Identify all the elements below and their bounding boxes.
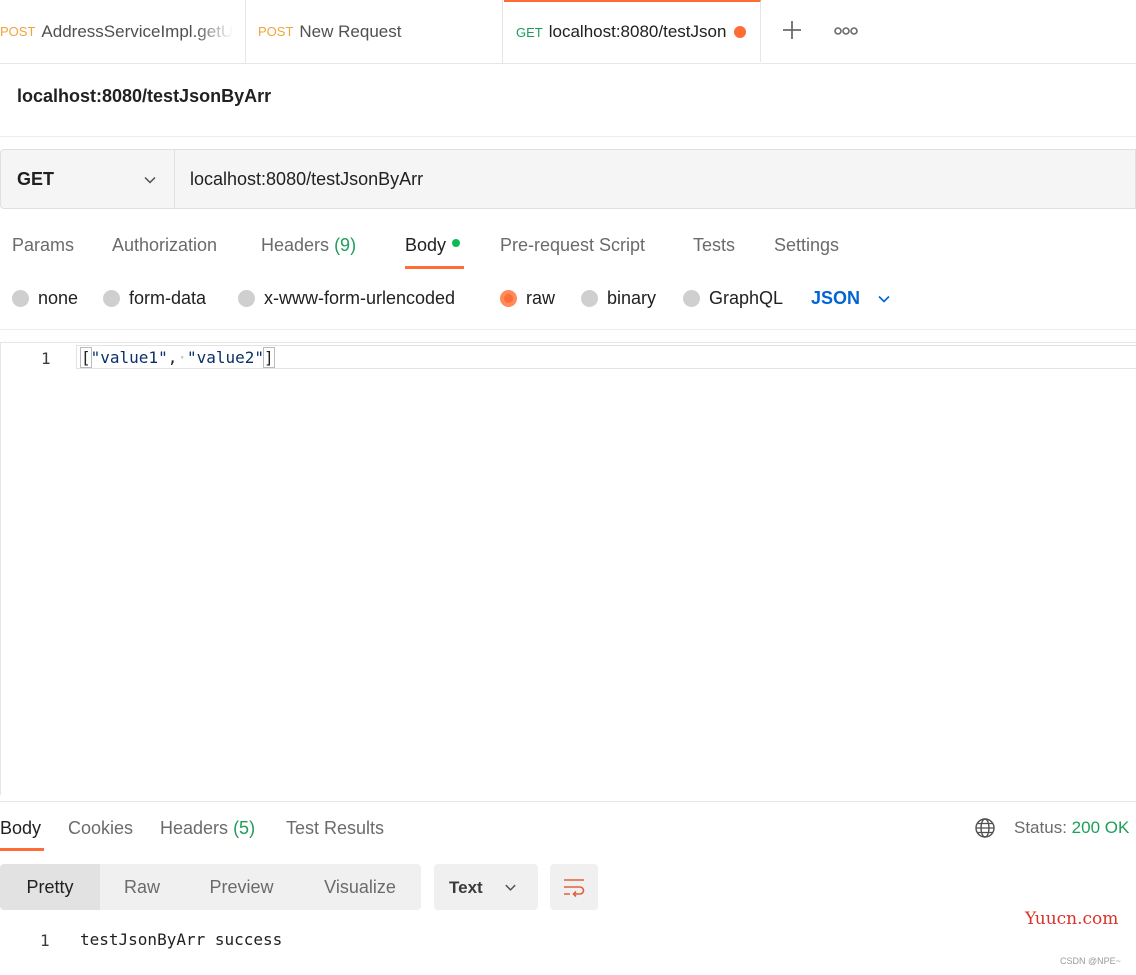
radio-label: x-www-form-urlencoded bbox=[264, 288, 456, 308]
response-line-number: 1 bbox=[40, 931, 50, 950]
request-tab-strip: POST AddressServiceImpl.getUserAddress P… bbox=[0, 0, 1136, 64]
divider bbox=[0, 329, 1136, 330]
tab-pre-request-script[interactable]: Pre-request Script bbox=[500, 235, 645, 256]
bracket-close: ] bbox=[263, 347, 275, 368]
tab-new-request[interactable]: POST New Request bbox=[246, 0, 503, 63]
radio-label: binary bbox=[607, 288, 657, 308]
radio-label: GraphQL bbox=[709, 288, 784, 308]
view-pretty[interactable]: Pretty bbox=[0, 864, 100, 910]
watermark: Yuucn.com bbox=[1025, 909, 1119, 929]
radio-label: form-data bbox=[129, 288, 207, 308]
bracket-open: [ bbox=[80, 347, 92, 368]
method-value: GET bbox=[17, 169, 55, 189]
response-tab-test-results[interactable]: Test Results bbox=[286, 818, 384, 839]
tab-body[interactable]: Body bbox=[405, 235, 461, 256]
headers-count: (9) bbox=[334, 235, 357, 255]
response-tab-cookies[interactable]: Cookies bbox=[68, 818, 133, 839]
line-number: 1 bbox=[41, 349, 51, 368]
code-line: ["value1",·"value2"] bbox=[80, 347, 275, 368]
chevron-down-icon bbox=[505, 884, 516, 891]
radio-form-data[interactable]: form-data bbox=[103, 288, 206, 309]
radio-none[interactable]: none bbox=[12, 288, 78, 309]
tab-address-service[interactable]: POST AddressServiceImpl.getUserAddress bbox=[0, 0, 246, 63]
tab-title: AddressServiceImpl.getUserAddress bbox=[41, 21, 234, 41]
tab-params[interactable]: Params bbox=[12, 235, 74, 256]
radio-circle bbox=[103, 290, 120, 307]
divider bbox=[0, 136, 1136, 137]
radio-graphql[interactable]: GraphQL bbox=[683, 288, 783, 309]
response-format-select[interactable]: Text bbox=[434, 864, 538, 910]
more-options-icon[interactable] bbox=[833, 24, 859, 38]
status-label: Status: bbox=[1014, 818, 1067, 837]
body-indicator-dot bbox=[452, 239, 461, 248]
request-body-editor[interactable]: 1 ["value1",·"value2"] bbox=[0, 342, 1136, 795]
wrap-lines-icon bbox=[564, 879, 585, 898]
radio-label: raw bbox=[526, 288, 556, 308]
radio-binary[interactable]: binary bbox=[581, 288, 656, 309]
radio-circle bbox=[581, 290, 598, 307]
view-visualize[interactable]: Visualize bbox=[299, 864, 421, 910]
tab-title: New Request bbox=[299, 21, 402, 41]
wrap-lines-button[interactable] bbox=[550, 864, 598, 910]
radio-circle-selected bbox=[500, 290, 517, 307]
response-tab-body[interactable]: Body bbox=[0, 818, 41, 839]
radio-circle bbox=[12, 290, 29, 307]
whitespace-marker: · bbox=[177, 348, 187, 367]
string-value1: "value1" bbox=[90, 348, 168, 367]
response-view-toggle: Pretty Raw Preview Visualize bbox=[0, 864, 421, 910]
response-headers-count: (5) bbox=[233, 818, 256, 838]
unsaved-indicator bbox=[733, 26, 746, 38]
plus-icon[interactable] bbox=[780, 18, 804, 42]
string-value2: "value2" bbox=[186, 348, 265, 367]
body-format-value: JSON bbox=[811, 288, 861, 308]
chevron-down-icon bbox=[878, 295, 890, 303]
chevron-down-icon bbox=[144, 176, 156, 184]
radio-circle bbox=[238, 290, 255, 307]
tab-authorization[interactable]: Authorization bbox=[112, 235, 217, 256]
tab-method-post: POST bbox=[258, 24, 294, 39]
response-content: testJsonByArr success bbox=[80, 930, 283, 949]
tab-tests[interactable]: Tests bbox=[693, 235, 735, 256]
url-input[interactable]: localhost:8080/testJsonByArr bbox=[190, 169, 423, 190]
tab-method-post: POST bbox=[0, 24, 36, 39]
method-select[interactable]: GET bbox=[1, 150, 175, 208]
response-tab-headers[interactable]: Headers (5) bbox=[160, 818, 255, 839]
response-status: Status: 200 OK bbox=[1014, 818, 1129, 838]
tab-method-get: GET bbox=[516, 24, 543, 40]
divider bbox=[0, 801, 1136, 802]
body-format-select[interactable]: JSON bbox=[811, 288, 892, 309]
tab-headers-label: Headers bbox=[261, 235, 330, 255]
url-bar: GET localhost:8080/testJsonByArr bbox=[0, 149, 1136, 209]
radio-label: none bbox=[38, 288, 79, 308]
active-tab-underline bbox=[0, 848, 44, 851]
view-preview[interactable]: Preview bbox=[184, 864, 299, 910]
tab-settings[interactable]: Settings bbox=[774, 235, 839, 256]
view-raw[interactable]: Raw bbox=[100, 864, 184, 910]
response-format-value: Text bbox=[449, 878, 483, 897]
radio-circle bbox=[683, 290, 700, 307]
tab-test-json-by-arr[interactable]: GET localhost:8080/testJsonByArr bbox=[504, 0, 761, 62]
tab-headers[interactable]: Headers (9) bbox=[261, 235, 356, 256]
tab-body-label: Body bbox=[405, 235, 447, 255]
radio-raw[interactable]: raw bbox=[500, 288, 555, 309]
status-value: 200 OK bbox=[1071, 818, 1130, 837]
request-name[interactable]: localhost:8080/testJsonByArr bbox=[17, 86, 271, 107]
response-headers-label: Headers bbox=[160, 818, 229, 838]
active-tab-underline bbox=[405, 266, 464, 269]
globe-icon[interactable] bbox=[974, 817, 996, 839]
radio-urlencoded[interactable]: x-www-form-urlencoded bbox=[238, 288, 455, 309]
comma: , bbox=[167, 348, 178, 367]
credit-text: CSDN @NPE~ bbox=[1060, 956, 1121, 966]
tab-title: localhost:8080/testJsonByArr bbox=[548, 22, 726, 41]
